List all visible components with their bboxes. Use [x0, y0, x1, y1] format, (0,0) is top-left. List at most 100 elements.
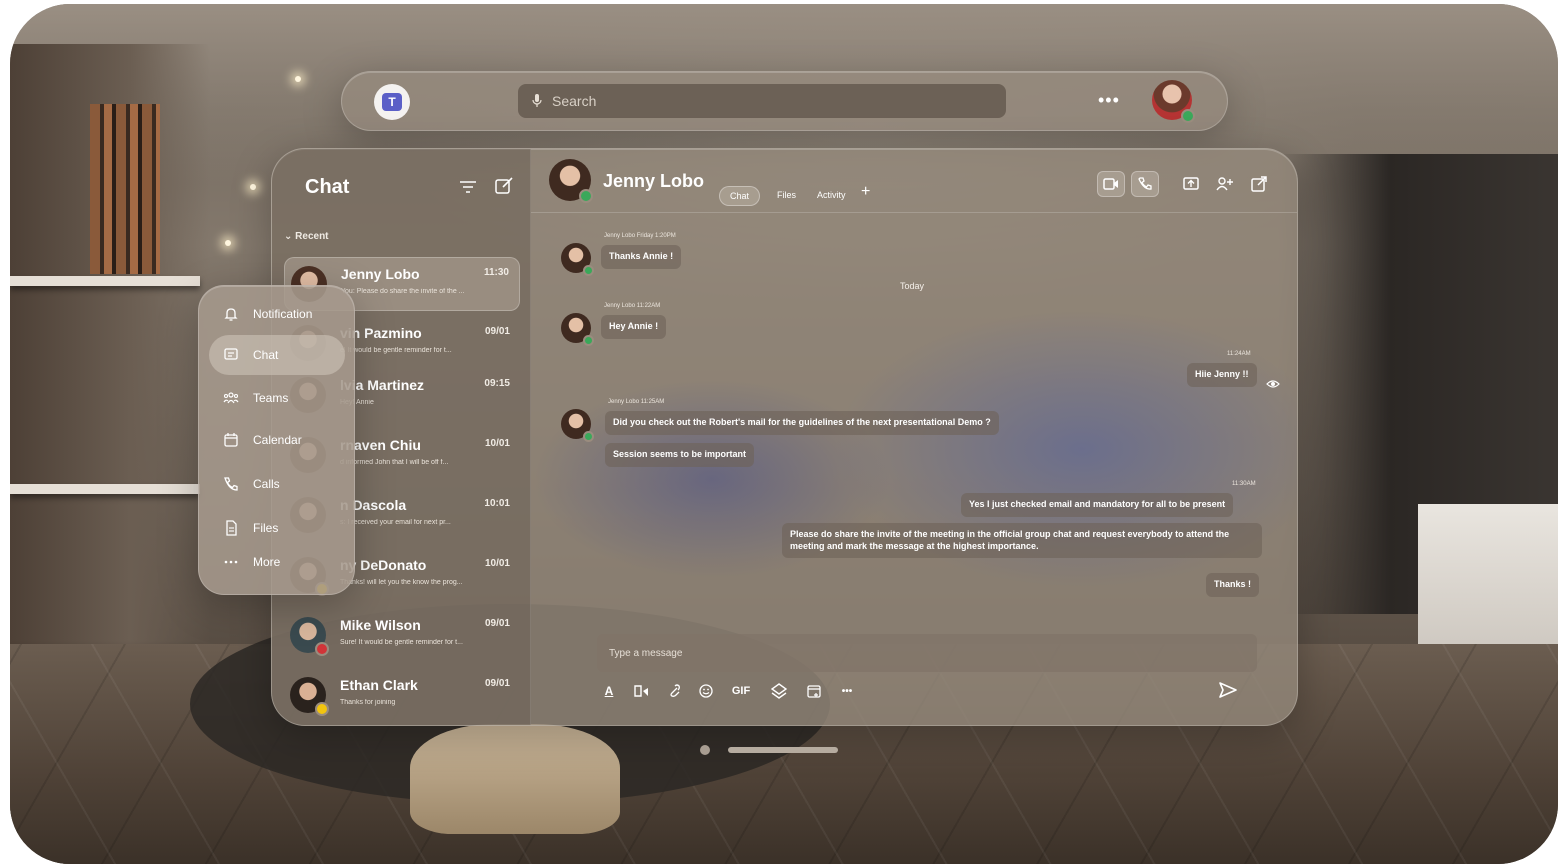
add-tab-button[interactable]: +	[861, 183, 870, 201]
gif-button[interactable]: GIF	[730, 680, 752, 702]
chat-item-preview: Thanks for joining	[340, 699, 396, 706]
presence-available-icon	[583, 335, 594, 346]
tab-activity[interactable]: Activity	[807, 186, 856, 204]
nav-label: Notification	[253, 307, 313, 321]
chat-item-preview: el It would be gentle reminder for t...	[340, 347, 452, 354]
more-options-icon[interactable]: •••	[1098, 90, 1120, 111]
search-input[interactable]	[552, 93, 952, 109]
send-icon[interactable]	[1218, 681, 1238, 699]
light-sparkle	[250, 184, 256, 190]
nav-item-notification[interactable]: Notification	[209, 294, 345, 334]
nav-item-calls[interactable]: Calls	[209, 464, 345, 504]
message-input[interactable]	[609, 647, 1209, 659]
contact-avatar[interactable]	[549, 159, 593, 203]
sticker-button[interactable]	[770, 680, 788, 702]
chat-icon	[224, 348, 238, 360]
emoji-icon	[699, 684, 713, 698]
tab-chat[interactable]: Chat	[719, 186, 761, 206]
chevron-down-icon: ⌄	[284, 231, 296, 242]
file-icon	[226, 520, 237, 536]
recent-section-toggle[interactable]: ⌄ Recent	[284, 231, 329, 242]
message-meta: 11:30AM	[1232, 481, 1256, 487]
nav-item-calendar[interactable]: Calendar	[209, 420, 345, 460]
message-bubble[interactable]: Thanks !	[1206, 573, 1260, 597]
presence-available-icon	[583, 431, 594, 442]
nav-item-more[interactable]: More	[209, 542, 345, 582]
chat-item-name: Mike Wilson	[340, 617, 421, 633]
teams-logo-icon[interactable]: T	[374, 84, 410, 120]
tab-files[interactable]: Files	[767, 186, 806, 204]
message-bubble[interactable]: Thanks Annie !	[601, 245, 682, 269]
chat-item-time: 09/01	[484, 326, 510, 337]
more-actions-icon[interactable]: •••	[838, 680, 856, 702]
close-window-dot[interactable]	[700, 745, 710, 755]
chat-item-time: 09:15	[484, 378, 510, 389]
window-grab-bar[interactable]	[728, 747, 838, 753]
message-bubble[interactable]: Hiie Jenny !!	[1187, 363, 1257, 387]
chat-item-time: 10:01	[484, 498, 510, 509]
chat-item-time: 11:30	[483, 267, 509, 278]
pouf	[410, 724, 620, 834]
light-sparkle	[225, 240, 231, 246]
pop-out-button[interactable]	[1245, 171, 1273, 197]
audio-call-button[interactable]	[1131, 171, 1159, 197]
message-bubble[interactable]: Please do share the invite of the meetin…	[782, 523, 1262, 559]
format-button[interactable]: A	[601, 680, 617, 702]
microphone-icon[interactable]	[532, 94, 542, 108]
search-bar[interactable]	[518, 84, 1006, 118]
sender-avatar	[561, 313, 594, 346]
attach-button[interactable]	[666, 680, 682, 702]
shelf	[10, 276, 200, 286]
conversation-header: Jenny Lobo Chat Files Activity +	[531, 149, 1297, 213]
new-chat-icon[interactable]	[495, 177, 513, 195]
chat-list-item[interactable]: Ethan Clark 09/01 Thanks for joining	[284, 669, 520, 723]
light-sparkle	[295, 76, 301, 82]
window-controls	[700, 745, 838, 755]
highlight-icon	[634, 685, 648, 697]
recent-label: Recent	[295, 231, 329, 242]
emoji-button[interactable]	[698, 680, 714, 702]
share-screen-icon	[1183, 177, 1199, 190]
attach-icon	[670, 684, 680, 697]
more-icon	[224, 560, 238, 564]
chat-list-item[interactable]: Mike Wilson 09/01 Sure! It would be gent…	[284, 609, 520, 663]
nav-item-chat[interactable]: Chat	[209, 335, 345, 375]
bell-icon	[224, 308, 238, 321]
chat-item-preview: Thanks! will let you the know the prog..…	[340, 579, 463, 586]
pop-out-icon	[1251, 176, 1267, 192]
nav-item-teams[interactable]: Teams	[209, 378, 345, 418]
sender-avatar	[561, 243, 594, 276]
highlight-button[interactable]	[632, 680, 650, 702]
calendar-icon	[224, 433, 238, 447]
chat-item-preview: You: Please do share the invite of the .…	[341, 288, 465, 295]
chat-item-time: 09/01	[484, 678, 510, 689]
presence-available-icon	[1181, 109, 1195, 123]
filter-icon[interactable]	[459, 179, 477, 195]
add-people-icon	[1216, 177, 1233, 191]
schedule-meeting-button[interactable]	[806, 680, 822, 702]
nav-label: Calls	[253, 477, 280, 491]
message-meta: Jenny Lobo Friday 1:20PM	[604, 233, 676, 239]
phone-icon	[224, 477, 238, 491]
message-composer[interactable]	[597, 634, 1257, 672]
message-bubble[interactable]: Did you check out the Robert's mail for …	[605, 411, 999, 435]
user-avatar[interactable]	[1152, 80, 1195, 123]
share-screen-button[interactable]	[1177, 171, 1205, 197]
chat-item-time: 10/01	[484, 438, 510, 449]
add-people-button[interactable]	[1211, 171, 1239, 197]
chat-item-name: Jenny Lobo	[341, 266, 420, 282]
nav-label: Files	[253, 521, 279, 535]
avatar	[290, 677, 329, 716]
presence-available-icon	[583, 265, 594, 276]
video-call-button[interactable]	[1097, 171, 1125, 197]
message-meta: Jenny Lobo 11:25AM	[608, 399, 665, 405]
message-bubble[interactable]: Session seems to be important	[605, 443, 755, 467]
bookshelf-books	[90, 104, 160, 274]
top-bar: T •••	[341, 71, 1228, 131]
nav-label: Chat	[253, 348, 279, 362]
message-bubble[interactable]: Yes I just checked email and mandatory f…	[961, 493, 1234, 517]
chat-item-time: 09/01	[484, 618, 510, 629]
message-meta: 11:24AM	[1227, 351, 1251, 357]
presence-away-icon	[315, 702, 329, 716]
message-bubble[interactable]: Hey Annie !	[601, 315, 667, 339]
